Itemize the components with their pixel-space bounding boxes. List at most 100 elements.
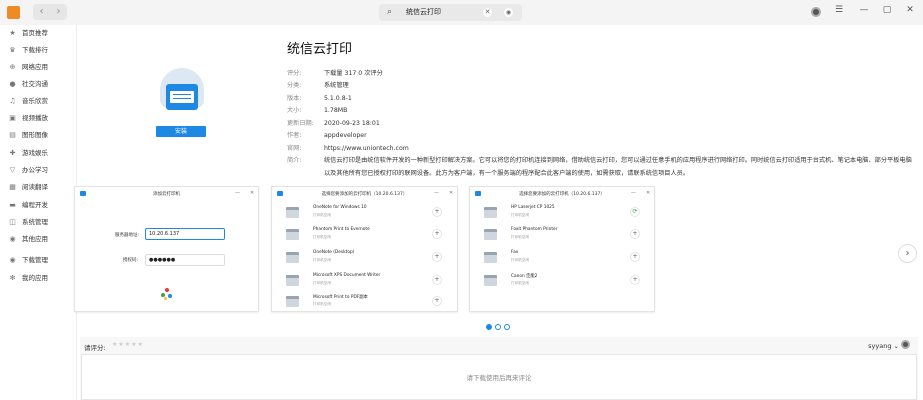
sidebar-item-other[interactable]: ◉ 其他应用: [8, 232, 48, 246]
sidebar-item-system[interactable]: ◫ 系统管理: [8, 215, 48, 229]
add-printer-icon: +: [630, 275, 640, 285]
sidebar-item-label: 音乐欣赏: [22, 97, 48, 105]
search-box[interactable]: ⌕ 统信云打印 ✕ ◉: [379, 4, 522, 21]
list-item: Phantom Print to Evernote 打印机空闲 +: [286, 225, 446, 246]
sidebar-item-label: 我的应用: [22, 274, 48, 282]
sidebar-item-label: 系统管理: [22, 218, 48, 226]
comment-input[interactable]: 请下载使用后再来评论: [81, 354, 917, 400]
list-item: Canon 佳能2 打印机空闲 +: [484, 271, 644, 292]
cloud-printer-icon: [158, 64, 206, 116]
list-item: Fax 打印机空闲 +: [484, 248, 644, 269]
sidebar-item-label: 视频播放: [22, 114, 48, 122]
chevron-down-icon: ⌄: [893, 342, 899, 350]
back-arrow-icon[interactable]: ‹: [33, 4, 50, 20]
menu-icon[interactable]: ☰: [832, 5, 846, 15]
carousel-dot-3[interactable]: [504, 324, 510, 330]
website-link[interactable]: https://www.uniontech.com: [324, 143, 409, 155]
music-icon: ♫: [9, 97, 16, 105]
sidebar-item-games[interactable]: ✚ 游戏娱乐: [8, 146, 48, 160]
close-icon[interactable]: ✕: [903, 5, 917, 15]
add-printer-icon: +: [432, 296, 442, 306]
sidebar-item-music[interactable]: ♫ 音乐欣赏: [8, 94, 48, 108]
list-item: HP Laserjet CP 1025 打印机空闲 ⟳: [484, 203, 644, 224]
sidebar-item-my-apps[interactable]: ✻ 我的应用: [8, 271, 48, 285]
rating-label: 请评分:: [84, 344, 106, 352]
printer-icon: [484, 275, 497, 286]
list-item: OneNote (Desktop) 打印机空闲 +: [286, 248, 446, 269]
minimize-icon[interactable]: —: [857, 5, 871, 15]
sidebar-item-label: 首页推荐: [22, 29, 48, 37]
carousel-dot-1[interactable]: [486, 324, 492, 330]
printer-icon: [286, 275, 299, 286]
chat-icon: ●: [9, 80, 16, 88]
user-avatar[interactable]: [811, 7, 821, 17]
maximize-icon[interactable]: ▢: [880, 5, 894, 15]
sidebar-item-office[interactable]: ▽ 办公学习: [8, 163, 48, 177]
search-icon: ⌕: [387, 7, 393, 17]
voice-search-icon[interactable]: ◉: [504, 8, 513, 17]
app-title: 统信云打印: [287, 42, 353, 57]
nav-buttons: ‹ ›: [33, 4, 67, 20]
add-printer-icon: +: [432, 252, 442, 262]
sidebar-item-downloads[interactable]: ◉ 下载管理: [8, 253, 48, 267]
sidebar-item-label: 办公学习: [22, 166, 48, 174]
rating-panel: 请评分: ★★★★★ syyang ⌄ 请下载使用后再来评论: [80, 337, 918, 400]
password-label: 授权码:: [123, 258, 139, 263]
next-screenshot-button[interactable]: ›: [898, 244, 917, 263]
sidebar-item-home[interactable]: ★ 首页推荐: [8, 26, 48, 40]
install-button[interactable]: 安装: [156, 126, 206, 137]
my-apps-icon: ✻: [9, 274, 16, 282]
sidebar-item-reading[interactable]: ▦ 阅读翻译: [8, 180, 48, 194]
sidebar-item-label: 阅读翻译: [22, 183, 48, 191]
close-icon: ✕: [449, 190, 454, 196]
app-store-logo: [7, 6, 20, 19]
comment-placeholder: 请下载使用后再来评论: [466, 374, 532, 382]
printer-icon: [286, 252, 299, 263]
comment-username[interactable]: syyang ⌄: [868, 342, 899, 350]
screenshot-window-title: 选择您要添加的云打印机（10.20.6.137）: [519, 192, 605, 197]
rating-stars[interactable]: ★★★★★: [112, 341, 144, 348]
trophy-icon: ♛: [9, 46, 16, 54]
list-item: Foxit Phantom Printer 打印机空闲 +: [484, 225, 644, 246]
video-icon: ▣: [9, 114, 16, 122]
system-icon: ◫: [9, 218, 16, 226]
gamepad-icon: ✚: [9, 149, 16, 157]
star-icon: ★: [9, 29, 16, 37]
clear-search-icon[interactable]: ✕: [483, 8, 492, 17]
refresh-icon: ⟳: [630, 207, 640, 217]
sidebar-item-social[interactable]: ● 社交沟通: [8, 77, 48, 91]
sidebar-item-network[interactable]: ⊕ 网络应用: [8, 60, 48, 74]
sidebar-item-label: 编程开发: [22, 201, 48, 209]
download-icon: ◉: [9, 256, 16, 264]
sidebar-item-label: 游戏娱乐: [22, 149, 48, 157]
forward-arrow-icon[interactable]: ›: [50, 4, 67, 20]
list-item: OneNote for Windows 10 打印机空闲 +: [286, 203, 446, 224]
printer-icon: [286, 296, 299, 307]
sidebar-item-label: 图形图像: [22, 131, 48, 139]
server-field: 10.20.6.137: [145, 228, 225, 240]
close-icon: ✕: [646, 190, 651, 196]
sidebar-item-label: 下载排行: [22, 46, 48, 54]
sidebar-item-video[interactable]: ▣ 视频播放: [8, 111, 48, 125]
printer-icon: [286, 229, 299, 240]
add-printer-icon: +: [630, 252, 640, 262]
sidebar-item-label: 其他应用: [22, 235, 48, 243]
sidebar-item-programming[interactable]: ▬ 编程开发: [8, 198, 48, 212]
sidebar-item-label: 网络应用: [22, 63, 48, 71]
carousel-dot-2[interactable]: [495, 324, 501, 330]
screenshot-2[interactable]: 选择您要添加的云打印机（10.20.6.137） — ✕ OneNote for…: [271, 186, 458, 312]
screenshot-3[interactable]: 选择您要添加的云打印机（10.20.6.137） — ✕ HP Laserjet…: [469, 186, 655, 312]
sidebar-item-ranking[interactable]: ♛ 下载排行: [8, 43, 48, 57]
book-icon: ▦: [9, 183, 16, 191]
search-input[interactable]: 统信云打印: [406, 4, 441, 21]
minimize-icon: —: [631, 190, 636, 196]
sidebar: ★ 首页推荐 ♛ 下载排行 ⊕ 网络应用 ● 社交沟通 ♫ 音乐欣赏 ▣ 视频播放 ▤ 图形图…: [0, 25, 76, 400]
list-item: Microsoft Print to PDF副本 打印机空闲 +: [286, 292, 446, 313]
printer-icon: [484, 207, 497, 218]
add-printer-icon: +: [432, 275, 442, 285]
description-line: 以及其他所有您已授权打印的联网设备。此方为客户端，有一个服务端的程序配合此客户端…: [324, 170, 690, 177]
close-icon: ✕: [250, 190, 255, 196]
screenshot-1[interactable]: 添加云打印机 — ✕ 服务器地址: 10.20.6.137 授权码: ●●●●●…: [74, 186, 259, 312]
sidebar-item-graphics[interactable]: ▤ 图形图像: [8, 128, 48, 142]
printer-icon: [286, 207, 299, 218]
